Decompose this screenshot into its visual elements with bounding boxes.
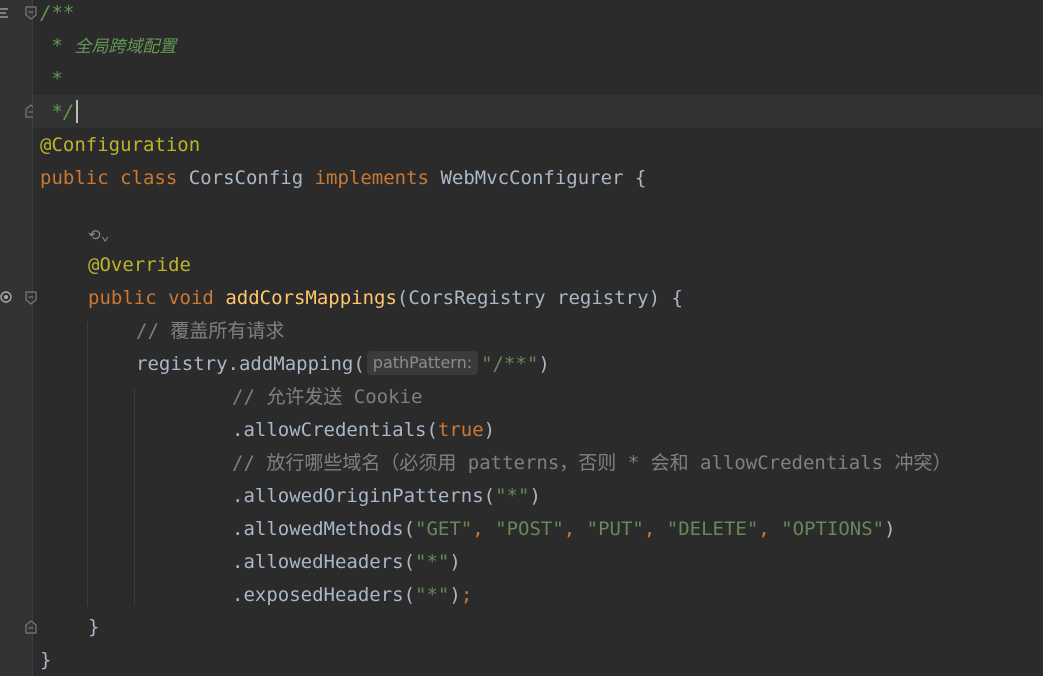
annotation-configuration: @Configuration [40,134,201,156]
fold-icon[interactable] [24,6,38,20]
brace-close: } [40,649,52,671]
code-line: */ [40,96,74,129]
method-call: .allowedOriginPatterns( [232,485,496,507]
keyword-void: void [168,287,214,309]
fold-icon[interactable] [24,291,38,305]
code-line: } [88,611,99,644]
code-line: registry.addMapping(pathPattern: "/**") [136,348,550,381]
doc-comment-text: 全局跨域配置 [74,37,177,57]
string-literal: "/**" [481,353,539,375]
string-literal: "*" [415,584,450,606]
keyword-public: public [88,287,157,309]
method-call: .exposedHeaders( [232,584,416,606]
code-line: } [40,644,51,676]
code-line: @Override [88,249,191,282]
method-params: (CorsRegistry registry) { [396,287,683,309]
comment: // 允许发送 Cookie [232,386,423,408]
separator: , [758,518,782,540]
code-line: // 放行哪些域名（必须用 patterns，否则 * 会和 allowCred… [232,447,952,480]
current-line-highlight [33,95,1043,128]
keyword-class: class [120,167,178,189]
string-literal: "PUT" [586,518,644,540]
paren-close: ) [538,353,550,375]
string-literal: "GET" [415,518,473,540]
override-method-icon[interactable] [0,290,14,304]
method-call: registry.addMapping( [136,353,365,375]
code-line: .allowedHeaders("*") [232,546,461,579]
interface-name: WebMvcConfigurer [440,167,624,189]
string-literal: "POST" [495,518,564,540]
separator: , [643,518,667,540]
code-line: .allowedMethods("GET", "POST", "PUT", "D… [232,513,896,546]
keyword-true: true [437,419,484,441]
parameter-hint: pathPattern: [366,351,479,375]
keyword-implements: implements [314,167,429,189]
doc-comment-star: * [51,68,63,90]
code-lens-icon[interactable]: ⟲⌄ [88,226,110,248]
text-caret [76,100,78,123]
code-line: .allowedOriginPatterns("*") [232,480,541,513]
method-call: .allowedMethods( [232,518,416,540]
code-line: * 全局跨域配置 [40,30,176,63]
paren-close: ) [449,551,461,573]
indent-guide [134,388,135,606]
semicolon: ; [460,584,473,606]
method-call: .allowedHeaders( [232,551,416,573]
brace-close: } [88,616,100,638]
annotation-override: @Override [88,254,191,276]
string-literal: "*" [415,551,450,573]
string-literal: "DELETE" [666,518,759,540]
code-line: // 覆盖所有请求 [136,315,284,348]
keyword-public: public [40,167,109,189]
code-line: // 允许发送 Cookie [232,381,422,414]
comment: // 放行哪些域名（必须用 patterns，否则 * 会和 allowCred… [232,452,952,474]
paren-close: ) [884,518,896,540]
editor-gutter [0,0,37,676]
separator: , [563,518,587,540]
string-literal: "*" [495,485,530,507]
brace-open: { [634,167,647,189]
code-line: public void addCorsMappings(CorsRegistry… [88,282,683,315]
code-line: .exposedHeaders("*"); [232,579,472,612]
code-line: /** [40,0,74,30]
doc-comment-open: /** [40,2,75,24]
doc-comment-close: */ [51,101,75,123]
string-literal: "OPTIONS" [781,518,885,540]
code-line: .allowCredentials(true) [232,414,495,447]
structure-icon [0,8,8,18]
paren-close: ) [483,419,496,441]
method-name: addCorsMappings [225,287,397,309]
code-editor[interactable]: /** * 全局跨域配置 * */ @Configuration public … [0,0,1043,676]
indent-guide [87,322,88,606]
code-line: * [40,63,63,96]
doc-comment-star: * [51,35,63,57]
code-line: @Configuration [40,129,200,162]
unfold-icon[interactable] [24,620,38,634]
code-line: public class CorsConfig implements WebMv… [40,162,646,195]
paren-close: ) [529,485,541,507]
comment: // 覆盖所有请求 [136,320,285,342]
method-call: .allowCredentials( [232,419,438,441]
class-name: CorsConfig [188,167,304,189]
separator: , [472,518,496,540]
paren-close: ) [449,584,461,606]
